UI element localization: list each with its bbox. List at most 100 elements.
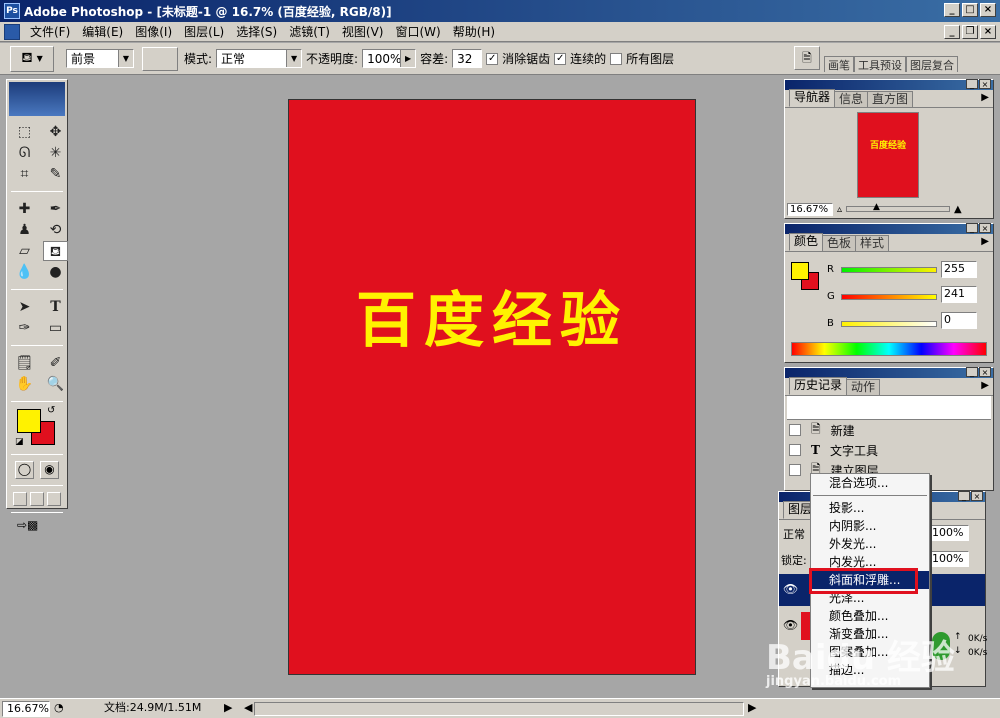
zoom-out-icon[interactable]: ▵	[837, 204, 842, 215]
tab-styles[interactable]: 样式	[855, 235, 890, 251]
panel-minimize-button[interactable]: _	[966, 79, 978, 89]
color-ramp[interactable]	[791, 342, 987, 356]
slider-thumb-icon[interactable]: ▲	[873, 202, 880, 212]
zoom-in-icon[interactable]: ▲	[954, 204, 962, 215]
history-source-checkbox[interactable]	[789, 464, 801, 476]
adobe-feather-logo[interactable]	[9, 82, 65, 116]
tolerance-input[interactable]: 32	[452, 49, 483, 68]
history-source-checkbox[interactable]	[789, 424, 801, 436]
notes-tool-icon[interactable]: 🗒	[12, 353, 37, 373]
mode-select[interactable]: 正常 ▼	[216, 49, 303, 68]
tab-color[interactable]: 颜色	[789, 233, 824, 251]
tab-actions[interactable]: 动作	[846, 379, 881, 395]
panel-minimize-button[interactable]: _	[966, 367, 978, 377]
panel-minimize-button[interactable]: _	[958, 491, 970, 501]
paint-bucket-tool-icon[interactable]: ⛾	[43, 241, 68, 261]
tab-swatches[interactable]: 色板	[822, 235, 857, 251]
history-brush-tool-icon[interactable]: ⟲	[43, 220, 68, 240]
doc-restore-button[interactable]: ❐	[962, 25, 978, 39]
panel-close-button[interactable]: ×	[979, 367, 991, 377]
standard-mode-icon[interactable]: ◯	[15, 461, 34, 479]
tab-histogram[interactable]: 直方图	[867, 91, 914, 107]
eyedropper-tool-icon[interactable]: ✐	[43, 353, 68, 373]
menu-item-color-overlay[interactable]: 颜色叠加...	[811, 607, 929, 625]
status-menu-icon[interactable]: ▶	[220, 701, 240, 717]
navigator-thumbnail[interactable]: 百度经验	[857, 112, 919, 198]
b-slider[interactable]	[841, 321, 937, 327]
layers-opacity-input[interactable]: 100%	[929, 525, 969, 541]
navigator-zoom-input[interactable]: 16.67%	[787, 202, 833, 216]
pattern-picker[interactable]	[142, 46, 178, 71]
menu-select[interactable]: 选择(S)	[230, 23, 283, 40]
menu-item-inner-shadow[interactable]: 内阴影...	[811, 517, 929, 535]
maximize-button[interactable]: □	[962, 3, 978, 17]
doc-minimize-button[interactable]: _	[944, 25, 960, 39]
doc-close-button[interactable]: ×	[980, 25, 996, 39]
r-slider[interactable]	[841, 267, 937, 273]
b-value-input[interactable]: 0	[941, 312, 977, 329]
panel-menu-icon[interactable]: ▶	[981, 236, 989, 247]
layers-blend-mode[interactable]: 正常	[783, 526, 805, 542]
path-selection-tool-icon[interactable]: ➤	[12, 297, 37, 317]
panel-close-button[interactable]: ×	[971, 491, 983, 501]
slice-tool-icon[interactable]: ✎	[43, 164, 68, 184]
fullscreen-icon[interactable]	[47, 492, 61, 506]
g-slider[interactable]	[841, 294, 937, 300]
history-item[interactable]: 🗎 新建	[785, 420, 993, 440]
close-button[interactable]: ×	[980, 3, 996, 17]
file-browser-button[interactable]: 🗎	[794, 46, 820, 70]
menu-view[interactable]: 视图(V)	[336, 23, 390, 40]
blur-tool-icon[interactable]: 💧	[12, 262, 37, 282]
rectangle-tool-icon[interactable]: ▭	[43, 318, 68, 338]
tab-navigator[interactable]: 导航器	[789, 89, 836, 107]
r-value-input[interactable]: 255	[941, 261, 977, 278]
scroll-right-icon[interactable]: ▶	[744, 701, 760, 717]
layers-fill-input[interactable]: 100%	[929, 551, 969, 567]
imageready-jump-icon[interactable]: ⇨▩	[7, 516, 67, 534]
tab-history[interactable]: 历史记录	[789, 377, 848, 395]
standard-screen-icon[interactable]	[13, 492, 27, 506]
healing-brush-tool-icon[interactable]: ✚	[12, 199, 37, 219]
pen-tool-icon[interactable]: ✑	[12, 318, 37, 338]
document-menu-icon[interactable]	[4, 23, 20, 40]
minimize-button[interactable]: _	[944, 3, 960, 17]
opacity-input[interactable]: 100% ▶	[362, 49, 417, 68]
horizontal-scrollbar[interactable]	[254, 701, 744, 716]
eye-icon[interactable]: 👁	[783, 582, 798, 596]
tab-info[interactable]: 信息	[834, 91, 869, 107]
all-layers-checkbox[interactable]	[610, 52, 623, 65]
dodge-tool-icon[interactable]: ●	[43, 262, 68, 282]
fullscreen-menu-icon[interactable]	[30, 492, 44, 506]
type-tool-icon[interactable]: T	[43, 297, 68, 317]
contiguous-checkbox[interactable]: ✓	[554, 52, 567, 65]
swap-colors-icon[interactable]: ↺	[47, 405, 55, 416]
menu-item-outer-glow[interactable]: 外发光...	[811, 535, 929, 553]
menu-item-drop-shadow[interactable]: 投影...	[811, 499, 929, 517]
panel-menu-icon[interactable]: ▶	[981, 380, 989, 391]
color-fg-swatch[interactable]	[791, 262, 809, 280]
magic-wand-tool-icon[interactable]: ✳	[43, 143, 68, 163]
menu-image[interactable]: 图像(I)	[129, 23, 178, 40]
menu-filter[interactable]: 滤镜(T)	[283, 23, 336, 40]
eraser-tool-icon[interactable]: ▱	[12, 241, 37, 261]
menu-item-blending-options[interactable]: 混合选项...	[811, 474, 929, 492]
menu-help[interactable]: 帮助(H)	[447, 23, 501, 40]
panel-menu-icon[interactable]: ▶	[981, 92, 989, 103]
menu-file[interactable]: 文件(F)	[24, 23, 76, 40]
panel-minimize-button[interactable]: _	[966, 223, 978, 233]
g-value-input[interactable]: 241	[941, 286, 977, 303]
status-info-icon[interactable]: ◔	[50, 701, 70, 717]
document-canvas[interactable]: 百度经验	[288, 99, 696, 675]
foreground-color-swatch[interactable]	[17, 409, 41, 433]
scroll-left-icon[interactable]: ◀	[240, 701, 254, 717]
tool-preset-picker[interactable]: ⛾ ▼	[10, 45, 54, 72]
quickmask-mode-icon[interactable]: ◉	[40, 461, 59, 479]
marquee-tool-icon[interactable]: ⬚	[12, 122, 37, 142]
clone-stamp-tool-icon[interactable]: ♟	[12, 220, 37, 240]
lasso-tool-icon[interactable]: ᘏ	[12, 143, 37, 163]
hand-tool-icon[interactable]: ✋	[12, 374, 37, 394]
zoom-tool-icon[interactable]: 🔍	[43, 374, 68, 394]
chevron-right-icon[interactable]: ▶	[400, 50, 416, 67]
default-colors-icon[interactable]: ◪	[15, 437, 24, 447]
move-tool-icon[interactable]: ✥	[43, 122, 68, 142]
